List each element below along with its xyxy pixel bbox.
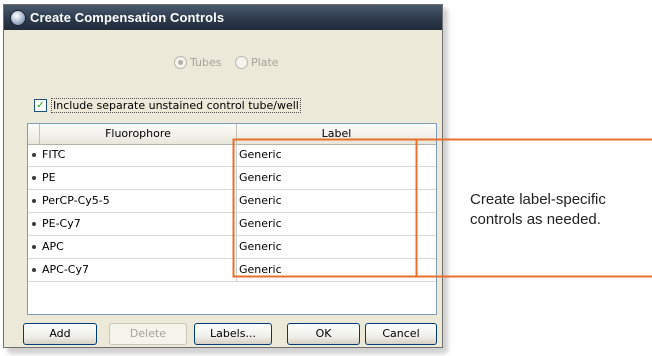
callout-line-1: Create label-specific — [470, 191, 606, 208]
callout-line-2: controls as needed. — [470, 211, 601, 228]
callout-lines — [232, 138, 652, 278]
callout-text: Create label-specific controls as needed… — [470, 190, 650, 230]
label-column-highlight — [232, 138, 418, 278]
